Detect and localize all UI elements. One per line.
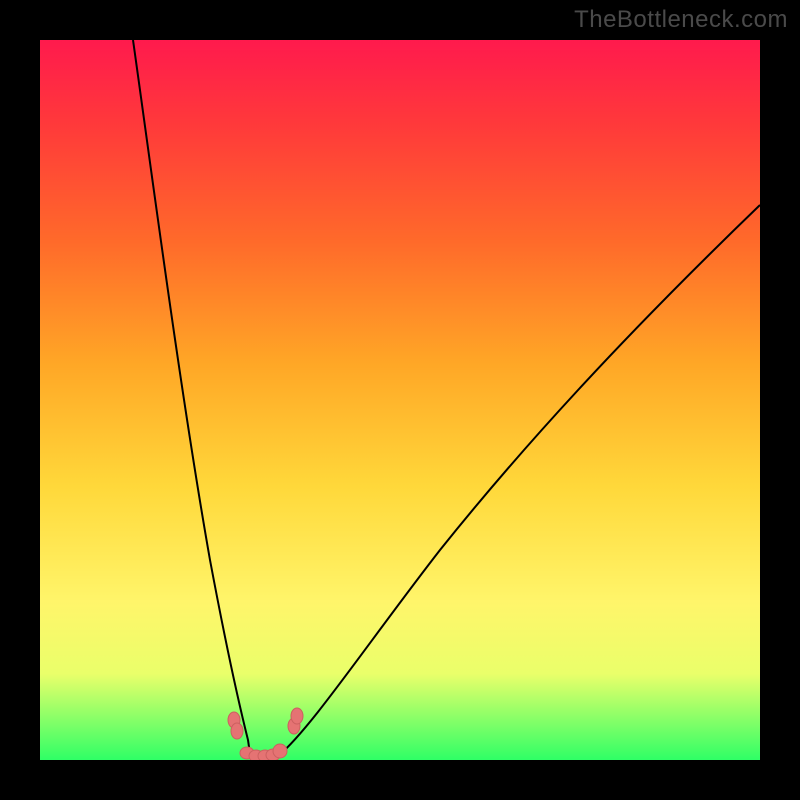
watermark-text: TheBottleneck.com	[574, 6, 788, 34]
left-branch-curve	[133, 40, 250, 754]
marker-dot	[273, 744, 287, 758]
plot-area	[40, 40, 760, 760]
chart-frame: TheBottleneck.com	[0, 0, 800, 800]
marker-dot	[291, 708, 303, 724]
right-branch-curve	[278, 205, 760, 756]
valley-markers	[228, 708, 303, 760]
curve-layer	[40, 40, 760, 760]
marker-dot	[231, 723, 243, 739]
